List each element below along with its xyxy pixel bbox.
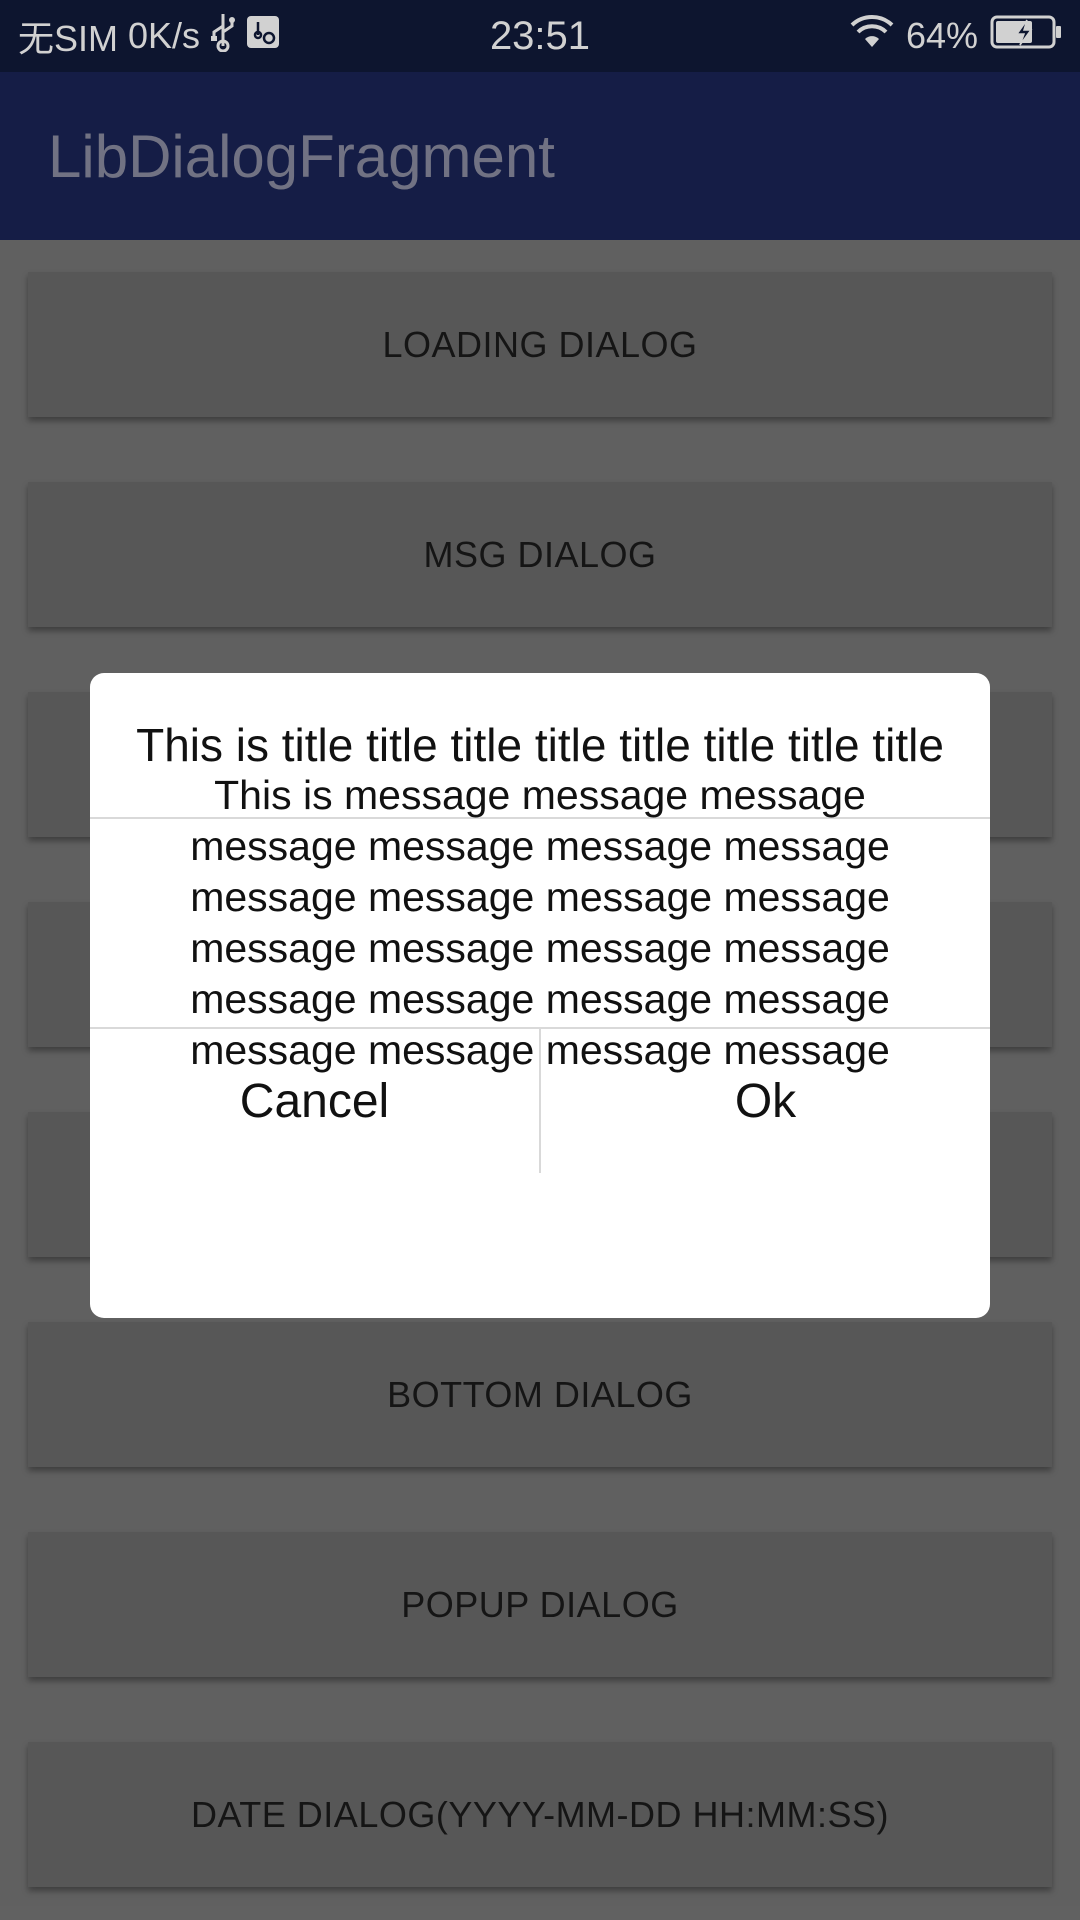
dialog-message: This is message message message message … (190, 772, 890, 1073)
message-dialog: This is title title title title title ti… (90, 673, 990, 1318)
cancel-button[interactable]: Cancel (90, 1029, 539, 1173)
ok-button[interactable]: Ok (541, 1029, 990, 1173)
dialog-title: This is title title title title title ti… (136, 719, 944, 771)
